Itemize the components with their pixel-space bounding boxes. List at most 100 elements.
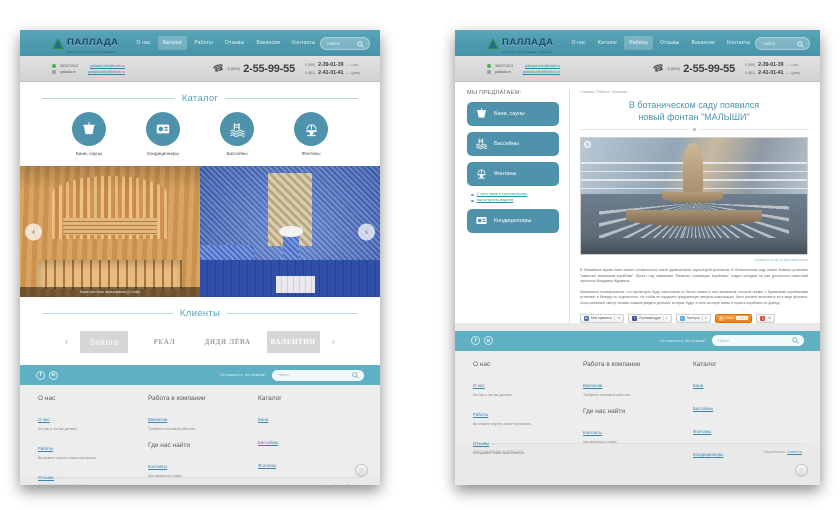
footer-column-catalog: Каталог Бани→ Бассейны→ Фонтаны→ Кондици…	[693, 361, 785, 457]
copyright-text: ООО "ПАЛЛАДА" © 2009-2011	[38, 484, 89, 485]
footer-link-vakansii[interactable]: Вакансии	[583, 383, 602, 388]
footer-link-vakansii[interactable]: Вакансии	[148, 417, 167, 422]
developer-link[interactable]: Cortex.ru	[347, 484, 362, 485]
phone-city-sochi: — Сочи	[346, 62, 359, 67]
footer-link-kontakty[interactable]: Контакты	[583, 430, 602, 435]
footer-title-about: О нас	[38, 395, 56, 402]
site-footer: О нас О нас → Кто мы и что мы делаем. Раб…	[20, 385, 380, 480]
nav-item-raboty[interactable]: Работы	[624, 36, 653, 50]
search-icon[interactable]	[792, 337, 799, 345]
rule-right	[700, 129, 808, 131]
footer-column-catalog: Каталог Бани→ Бассейны→ Фонтаны→ Кондици…	[258, 395, 350, 477]
scroll-to-top-button[interactable]: ↑	[355, 464, 368, 477]
breadcrumb[interactable]: Главная / Работы / Фонтаны	[580, 90, 808, 94]
vk-icon[interactable]: в	[484, 336, 493, 346]
client-logo-real[interactable]: РЕАЛ	[140, 331, 188, 353]
footer-link-fontany[interactable]: Фонтаны	[258, 463, 276, 468]
developer-link[interactable]: Cortex.ru	[787, 450, 802, 454]
sidebar-item-basseyny[interactable]: Бассейны	[467, 132, 559, 156]
nav-item-vakansii[interactable]: Вакансии	[251, 36, 285, 50]
clients-prev-button[interactable]: ‹	[65, 336, 69, 348]
sidebar-item-fontany[interactable]: Фонтаны	[467, 162, 559, 186]
site-logo[interactable]: ПАЛЛАДА проектно-строительная компания	[487, 32, 553, 54]
share-count-ok: 1 121	[736, 316, 749, 321]
client-logo-valentin[interactable]: ВАЛЕНТИН	[266, 331, 320, 353]
nav-item-otzyvy[interactable]: Отзывы	[655, 36, 685, 50]
header-search-input[interactable]: Найти	[755, 36, 810, 50]
fountain-bowl-upper	[662, 191, 724, 204]
sidebar-sublink-start[interactable]: С чего начать строительство	[471, 192, 559, 196]
article-photo[interactable]	[580, 137, 808, 256]
phone-number-adler: 2-41-01-41	[318, 69, 344, 76]
footer-search-input[interactable]: Найти	[272, 369, 364, 381]
footer-search-input[interactable]: Найти	[712, 335, 804, 347]
slide-hammam-photo[interactable]	[200, 166, 380, 297]
footer-link-otzyvy[interactable]: Отзывы	[38, 475, 54, 480]
site-logo[interactable]: ПАЛЛАДА проектно-строительная компания	[52, 32, 118, 54]
share-button-facebook[interactable]: f Я рекомендую 1	[628, 313, 672, 323]
sidebar-sublink-label-1[interactable]: С чего начать строительство	[477, 192, 528, 196]
search-icon[interactable]	[352, 371, 359, 380]
nav-item-kontakty[interactable]: Контакты	[287, 36, 320, 50]
footer-link-basseyny[interactable]: Бассейны	[693, 406, 713, 411]
footer-link-kontakty[interactable]: Контакты	[148, 464, 167, 469]
slider-prev-button[interactable]: ‹	[25, 223, 42, 240]
footer-link-basseyny[interactable]: Бассейны	[258, 440, 278, 445]
nav-item-raboty[interactable]: Работы	[189, 36, 218, 50]
catalog-item-bani[interactable]: Бани, сауны	[63, 112, 115, 156]
footer-link-otzyvy[interactable]: Отзывы	[473, 441, 489, 446]
header-search-input[interactable]: Найти	[320, 36, 370, 50]
footer-link-raboty[interactable]: Работы	[473, 412, 488, 417]
phone-number-adler: 2-41-01-41	[758, 69, 784, 76]
email-link-1[interactable]: pallada-info@mail.ru	[90, 64, 125, 68]
footer-link-o-nas[interactable]: О нас	[473, 383, 485, 388]
phone-icon: ☎	[652, 61, 666, 75]
catalog-item-basseyny[interactable]: Бассейны	[211, 112, 263, 156]
nav-item-otzyvy[interactable]: Отзывы	[220, 36, 250, 50]
footer-link-raboty[interactable]: Работы	[38, 446, 53, 451]
title-line-1: В ботаническом саду появился	[628, 100, 760, 110]
search-icon[interactable]	[797, 40, 804, 49]
scroll-to-top-button[interactable]: ↑	[795, 464, 808, 477]
nav-item-vakansii[interactable]: Вакансии	[686, 36, 720, 50]
footer-cat-basseyny: Бассейны →	[693, 397, 785, 415]
sauna-seat	[63, 218, 157, 236]
email-link-2[interactable]: pallada-info@inbox.ru	[88, 70, 125, 74]
nav-item-o-nas[interactable]: О нас	[566, 36, 590, 50]
footer-link-o-nas[interactable]: О нас	[38, 417, 50, 422]
footer-link-fontany[interactable]: Фонтаны	[693, 429, 711, 434]
footer-link-bani[interactable]: Бани	[693, 383, 703, 388]
email-link-2[interactable]: pallada-info@inbox.ru	[523, 70, 560, 74]
sidebar-item-bani[interactable]: Бани, сауны	[467, 102, 559, 126]
phone-city-sochi: — Сочи	[786, 62, 799, 67]
slide-sauna-photo[interactable]: Баня частного пользования (г.Сочи)	[20, 166, 200, 297]
facebook-icon[interactable]: f	[471, 336, 480, 346]
email-link-1[interactable]: pallada-info@mail.ru	[525, 64, 560, 68]
share-button-googleplus[interactable]: g +1	[756, 313, 775, 323]
catalog-item-fontany[interactable]: Фонтаны	[285, 112, 337, 156]
sidebar-sublink-pond[interactable]: Как устроить водоем	[471, 198, 559, 202]
rule-left	[580, 129, 688, 131]
sidebar-item-konditsionery[interactable]: Кондиционеры	[467, 209, 559, 233]
nav-item-o-nas[interactable]: О нас	[131, 36, 155, 50]
share-button-odnoklassniki[interactable]: o Класс 1 121	[714, 313, 753, 323]
client-logo-sakura[interactable]: Sakura	[80, 331, 129, 353]
share-button-vk[interactable]: В Мне нравится +6	[580, 313, 625, 323]
catalog-item-konditsionery[interactable]: Кондиционеры	[137, 112, 189, 156]
client-logo-dyadya-leva[interactable]: ДЯДЯ ЛЁВА	[200, 331, 254, 353]
nav-item-katalog[interactable]: Каталог	[593, 36, 623, 50]
sidebar-sublink-label-2[interactable]: Как устроить водоем	[477, 198, 514, 202]
vk-icon[interactable]: в	[49, 370, 58, 380]
slider-next-button[interactable]: ›	[358, 223, 375, 240]
clients-next-button[interactable]: ›	[332, 336, 336, 348]
main-nav: О нас Каталог Работы Отзывы Вакансии Кон…	[566, 36, 755, 50]
footer-link-bani[interactable]: Бани	[258, 417, 268, 422]
nav-item-katalog[interactable]: Каталог	[157, 36, 188, 50]
footer-find-group: Не нашли то, что искали? Найти	[660, 335, 804, 347]
arrow-icon: →	[725, 451, 730, 457]
share-button-twitter[interactable]: t Твитнуть 0	[675, 313, 711, 323]
nav-item-kontakty[interactable]: Контакты	[722, 36, 755, 50]
footer-link-konditsionery[interactable]: Кондиционеры	[693, 452, 723, 457]
facebook-icon[interactable]: f	[36, 370, 45, 380]
search-icon[interactable]	[357, 40, 364, 49]
